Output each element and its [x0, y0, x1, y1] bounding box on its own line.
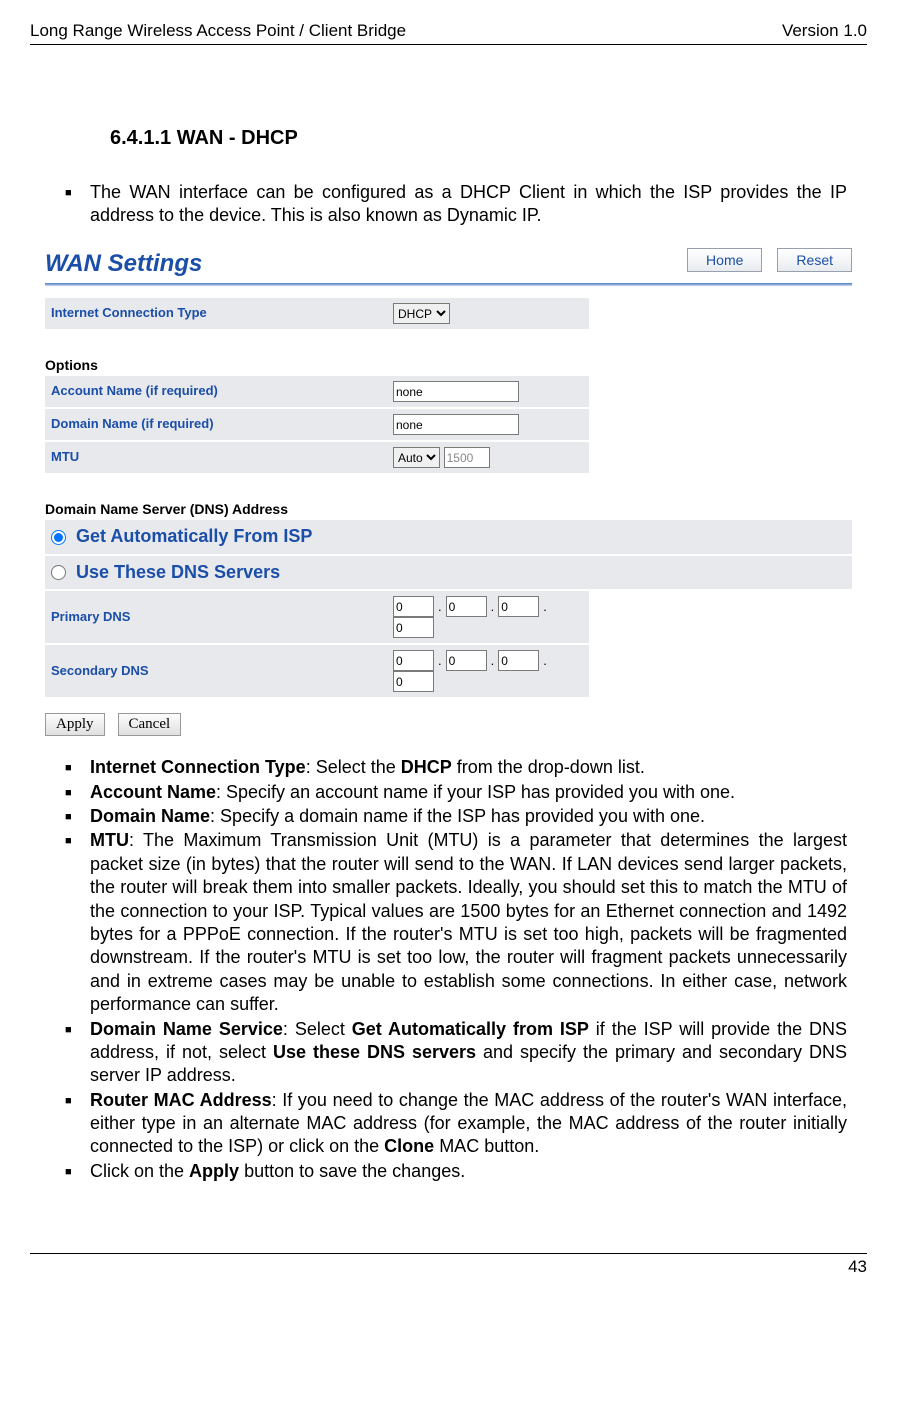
sdns-oct4[interactable]: [393, 671, 434, 692]
square-bullet-icon: ■: [65, 181, 90, 228]
pdns-oct4[interactable]: [393, 617, 434, 638]
square-bullet-icon: ■: [65, 805, 90, 828]
divider: [45, 283, 852, 286]
account-name-row: Account Name (if required): [45, 376, 852, 408]
apply-button[interactable]: Apply: [45, 713, 105, 736]
sdns-oct2[interactable]: [446, 650, 487, 671]
header-left: Long Range Wireless Access Point / Clien…: [30, 20, 406, 42]
square-bullet-icon: ■: [65, 756, 90, 779]
domain-name-label: Domain Name (if required): [45, 408, 387, 441]
mtu-value-input: [444, 447, 490, 468]
square-bullet-icon: ■: [65, 1160, 90, 1183]
domain-name-input[interactable]: [393, 414, 519, 435]
ict-label: Internet Connection Type: [45, 298, 387, 330]
options-heading: Options: [45, 356, 852, 374]
dns-auto-radio[interactable]: [51, 530, 66, 545]
dns-manual-radio[interactable]: [51, 565, 66, 580]
secondary-dns-row: Secondary DNS ...: [45, 644, 852, 698]
primary-dns-row: Primary DNS ...: [45, 591, 852, 644]
dns-auto-radio-row[interactable]: Get Automatically From ISP: [45, 520, 852, 555]
square-bullet-icon: ■: [65, 1018, 90, 1088]
account-name-input[interactable]: [393, 381, 519, 402]
sdns-oct1[interactable]: [393, 650, 434, 671]
sdns-oct3[interactable]: [498, 650, 539, 671]
page-footer: 43: [30, 1253, 867, 1278]
cancel-button[interactable]: Cancel: [118, 713, 182, 736]
page-header: Long Range Wireless Access Point / Clien…: [30, 20, 867, 45]
square-bullet-icon: ■: [65, 1089, 90, 1159]
wan-settings-panel: WAN Settings Home Reset Internet Connect…: [45, 248, 852, 736]
dns-heading: Domain Name Server (DNS) Address: [45, 500, 852, 518]
intro-bullet: ■ The WAN interface can be configured as…: [65, 181, 847, 228]
pdns-oct1[interactable]: [393, 596, 434, 617]
dns-manual-label: Use These DNS Servers: [76, 561, 280, 584]
square-bullet-icon: ■: [65, 829, 90, 1016]
dns-auto-label: Get Automatically From ISP: [76, 525, 312, 548]
home-button[interactable]: Home: [687, 248, 762, 272]
mtu-row: MTU Auto: [45, 441, 852, 474]
ict-select[interactable]: DHCP: [393, 303, 450, 324]
description-list: ■Internet Connection Type: Select the DH…: [65, 756, 847, 1183]
secondary-dns-label: Secondary DNS: [45, 644, 387, 698]
square-bullet-icon: ■: [65, 781, 90, 804]
pdns-oct2[interactable]: [446, 596, 487, 617]
reset-button[interactable]: Reset: [777, 248, 852, 272]
page-number: 43: [848, 1257, 867, 1276]
header-right: Version 1.0: [782, 20, 867, 42]
section-heading: 6.4.1.1 WAN - DHCP: [110, 125, 867, 151]
domain-name-row: Domain Name (if required): [45, 408, 852, 441]
pdns-oct3[interactable]: [498, 596, 539, 617]
intro-text: The WAN interface can be configured as a…: [90, 181, 847, 228]
account-name-label: Account Name (if required): [45, 376, 387, 408]
panel-title: WAN Settings: [45, 248, 202, 279]
primary-dns-label: Primary DNS: [45, 591, 387, 644]
mtu-label: MTU: [45, 441, 387, 474]
mtu-mode-select[interactable]: Auto: [393, 447, 440, 468]
connection-type-row: Internet Connection Type DHCP: [45, 298, 852, 331]
dns-manual-radio-row[interactable]: Use These DNS Servers: [45, 556, 852, 591]
